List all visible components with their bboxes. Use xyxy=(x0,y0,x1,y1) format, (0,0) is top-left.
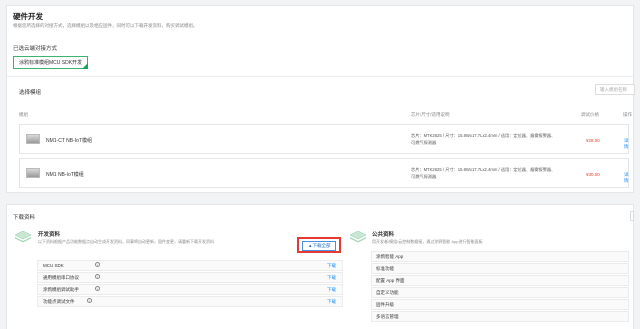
info-icon[interactable]: i xyxy=(95,262,100,268)
col-header-action: 操作 xyxy=(623,112,632,117)
dev-doc-row[interactable]: MCU SDK 下载 xyxy=(37,260,343,271)
dev-doc-label: 通用模组串口协议 xyxy=(43,275,79,280)
module-search-input[interactable]: 输入模组名称 xyxy=(595,84,635,95)
public-doc-label: 固件升级 xyxy=(376,302,394,307)
divider xyxy=(7,76,633,77)
connection-label: 已选云端对接方式 xyxy=(13,46,58,52)
hardware-dev-card: 硬件开发 根据您所选择的对接方式，选择模组以及相应固件，同时可以下载开发资料，购… xyxy=(6,5,635,193)
public-doc-row[interactable]: 自定义功能 xyxy=(371,287,629,298)
public-docs-title: 公共资料 xyxy=(372,232,395,238)
dev-doc-download-link[interactable]: 下载 xyxy=(327,299,336,305)
dev-doc-row[interactable]: 涂鸦模组调试助手 下载 xyxy=(37,284,343,295)
dev-doc-label: 涂鸦模组调试助手 xyxy=(43,287,79,292)
module-spec-line1: 芯片：MTK2625 / 尺寸：15.8Wx17.7Lx2.4mm / 适用：定… xyxy=(411,133,556,138)
dev-docs-desc: 以下资料根据产品功能数据点自动生成开发资料，同事将自动更新，固件变更，请重新下载… xyxy=(38,239,214,244)
dev-doc-row[interactable]: 功能点调试文件 下载 xyxy=(37,296,343,307)
highlight-box xyxy=(297,237,341,253)
dev-doc-row[interactable]: 通用模组串口协议 下载 xyxy=(37,272,343,283)
module-name: NM1 NB-IoT模组 xyxy=(46,172,84,178)
info-icon[interactable]: i xyxy=(95,286,100,292)
info-icon[interactable]: i xyxy=(95,274,100,280)
connection-option-label: 涂鸦标准模组MCU SDK开发 xyxy=(19,60,83,66)
module-price: ¥30.00 xyxy=(586,172,600,177)
public-doc-row[interactable]: 配置 App 界面 xyxy=(371,275,629,286)
col-header-price: 调试价格 xyxy=(581,112,599,117)
public-docs-desc: 用开发者/模组/云控制数据接，通过涂鸦智能 App进行智能面板 xyxy=(372,239,483,244)
module-spec: 芯片：MTK2625 / 尺寸：15.8Wx17.7Lx2.4mm / 适用：定… xyxy=(411,167,555,180)
dev-docs-icon xyxy=(15,231,31,243)
module-detail-link[interactable]: 详情 xyxy=(624,138,629,150)
public-doc-row[interactable]: 标准功能 xyxy=(371,263,629,274)
dev-doc-download-link[interactable]: 下载 xyxy=(327,263,336,269)
collapse-handle[interactable] xyxy=(630,211,634,221)
public-doc-row[interactable]: 固件升级 xyxy=(371,299,629,310)
page-subtitle: 根据您所选择的对接方式，选择模组以及相应固件，同时可以下载开发资料，购买调试模组… xyxy=(13,23,198,28)
page-title: 硬件开发 xyxy=(13,12,43,21)
dev-doc-label: 功能点调试文件 xyxy=(43,299,75,304)
selected-check-icon xyxy=(82,63,89,69)
module-spec-line2: 可燃气探测器 xyxy=(411,139,437,145)
public-doc-label: 自定义功能 xyxy=(376,290,399,295)
public-docs-icon xyxy=(350,231,366,243)
downloads-card: 下载资料 开发资料 以下资料根据产品功能数据点自动生成开发资料，同事将自动更新，… xyxy=(6,204,634,329)
public-doc-label: 配置 App 界面 xyxy=(376,278,405,283)
public-doc-label: 标准功能 xyxy=(376,266,394,271)
col-header-spec: 芯片/尺寸/适用说明 xyxy=(411,112,450,117)
public-doc-row[interactable]: 多语言管理 xyxy=(371,311,629,322)
module-search-placeholder: 输入模组名称 xyxy=(600,87,627,92)
public-doc-row[interactable]: 涂鸦智能 App xyxy=(371,251,629,262)
dev-doc-label: MCU SDK xyxy=(43,263,64,268)
dev-doc-download-link[interactable]: 下载 xyxy=(327,275,336,281)
module-thumbnail xyxy=(26,168,40,178)
info-icon[interactable]: i xyxy=(87,298,92,304)
public-doc-label: 涂鸦智能 App xyxy=(376,254,404,259)
module-spec: 芯片：MTK2625 / 尺寸：15.8Wx17.7Lx2.4mm / 适用：定… xyxy=(411,133,555,146)
dev-doc-download-link[interactable]: 下载 xyxy=(327,287,336,293)
downloads-title: 下载资料 xyxy=(13,215,36,221)
module-spec-line2: 可燃气探测器 xyxy=(411,173,437,179)
module-row[interactable]: NM1 NB-IoT模组 芯片：MTK2625 / 尺寸：15.8Wx17.7L… xyxy=(19,158,629,188)
module-name: NM1-CT NB-IoT模组 xyxy=(46,138,93,144)
dev-docs-title: 开发资料 xyxy=(38,232,61,238)
module-thumbnail xyxy=(26,134,40,144)
module-price: ¥28.00 xyxy=(586,138,600,143)
module-row[interactable]: NM1-CT NB-IoT模组 芯片：MTK2625 / 尺寸：15.8Wx17… xyxy=(19,124,629,154)
module-detail-link[interactable]: 详情 xyxy=(624,172,629,184)
connection-option-selected[interactable]: 涂鸦标准模组MCU SDK开发 xyxy=(13,56,89,69)
col-header-module: 模组 xyxy=(19,112,28,117)
module-spec-line1: 芯片：MTK2625 / 尺寸：15.8Wx17.7Lx2.4mm / 适用：定… xyxy=(411,167,556,172)
module-select-label: 选择模组 xyxy=(19,90,42,96)
public-doc-label: 多语言管理 xyxy=(376,314,399,319)
